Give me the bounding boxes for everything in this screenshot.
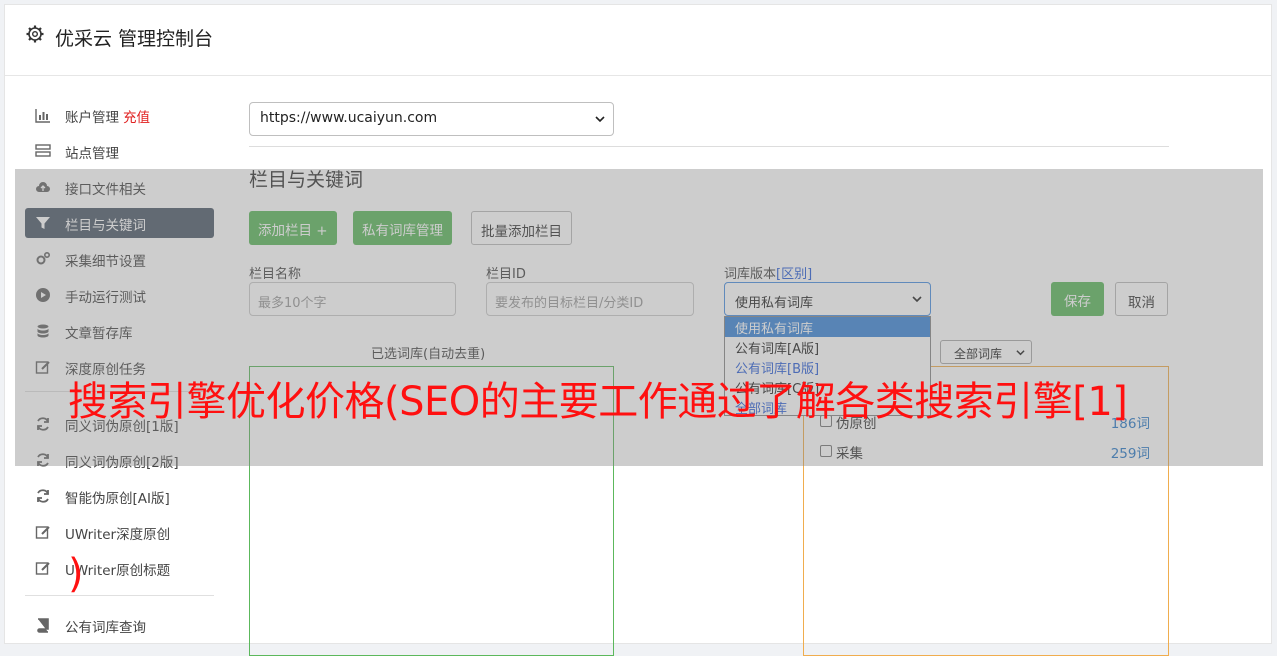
sidebar-item-label: 站点管理 (65, 146, 119, 162)
sidebar-item-label: 智能伪原创[AI版] (65, 491, 170, 507)
server-icon (35, 144, 51, 157)
content-divider (249, 146, 1169, 147)
sidebar-item-label: 账户管理 (65, 110, 119, 126)
banner-text-continued: ) (68, 551, 84, 597)
sidebar-item-sites[interactable]: 站点管理 (25, 136, 214, 166)
edit-icon (35, 562, 50, 575)
page-header: 优采云 管理控制台 (5, 5, 1271, 76)
edit-icon (35, 526, 50, 539)
sidebar-item-uwriter-title[interactable]: UWriter原创标题 (25, 553, 214, 583)
sidebar-item-uwriter-deep[interactable]: UWriter深度原创 (25, 517, 214, 547)
bar-chart-icon (35, 109, 50, 123)
sidebar-item-account[interactable]: 账户管理 充值 (25, 100, 214, 130)
book-icon (37, 618, 49, 633)
recharge-link[interactable]: 充值 (123, 110, 150, 126)
site-select-value: https://www.ucaiyun.com (260, 110, 438, 126)
sidebar-divider (25, 595, 214, 596)
sidebar-item-label: UWriter深度原创 (65, 527, 171, 543)
refresh-icon (37, 489, 49, 503)
gear-icon (26, 25, 44, 43)
page-title: 优采云 管理控制台 (55, 28, 214, 50)
sidebar-item-label: 公有词库查询 (65, 620, 146, 636)
banner-text: 搜索引擎优化价格(SEO的主要工作通过了解各类搜索引擎[1] (68, 379, 1128, 425)
site-select[interactable]: https://www.ucaiyun.com (249, 102, 614, 136)
sidebar-item-ai-rewrite[interactable]: 智能伪原创[AI版] (25, 481, 214, 511)
chevron-down-icon (595, 116, 605, 123)
